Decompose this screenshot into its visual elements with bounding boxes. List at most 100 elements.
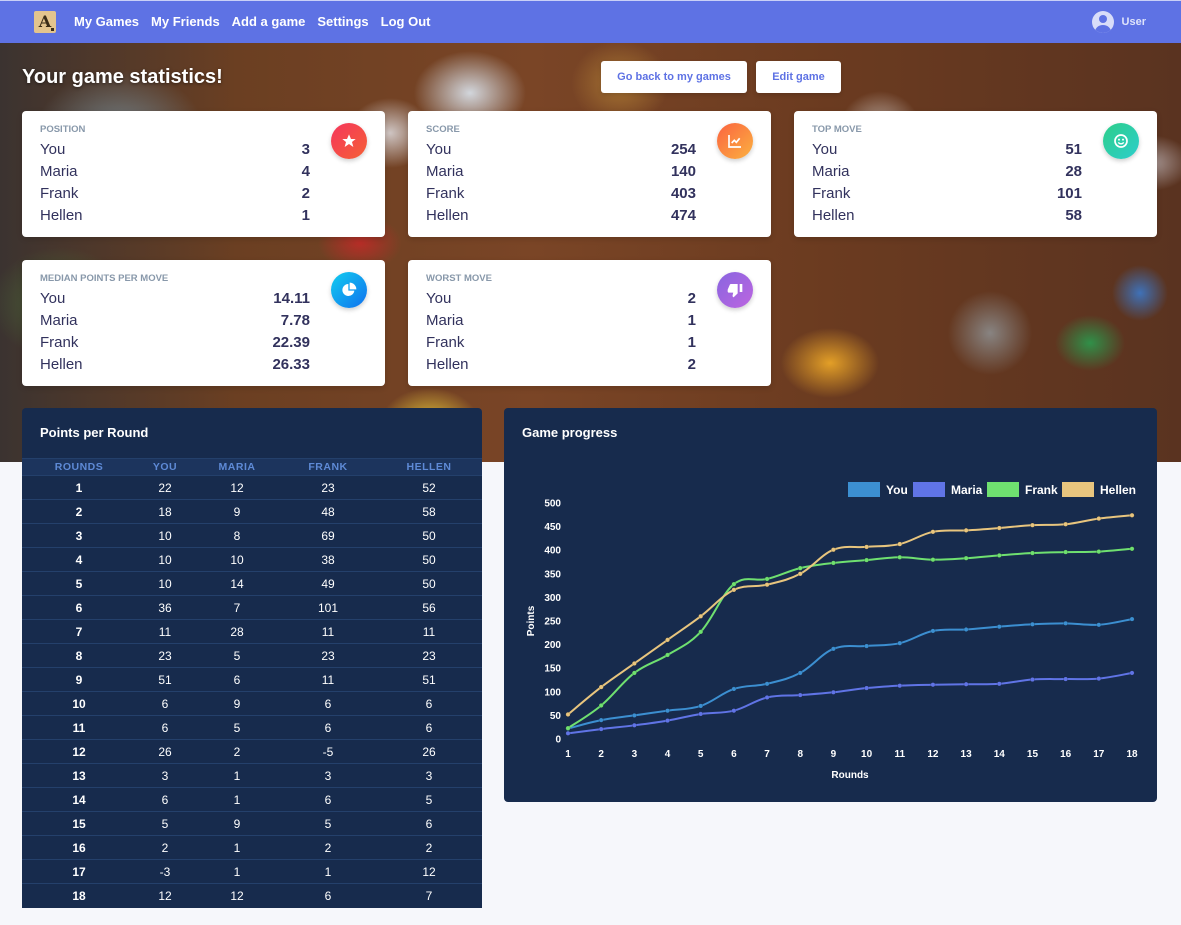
player-name: Hellen <box>812 207 855 224</box>
stat-row: Hellen 58 <box>812 205 1082 227</box>
points-cell: 2 <box>376 835 482 860</box>
table-row: 18 12 12 6 7 <box>22 883 482 908</box>
stat-card-median-points: Median points per move You 14.11 Maria 7.7… <box>22 260 385 386</box>
points-cell: 36 <box>136 595 194 620</box>
points-cell: 6 <box>376 691 482 716</box>
data-point <box>864 643 870 649</box>
points-table: ROUNDS YOU MARIA FRANK HELLEN 1 22 12 23 52 2… <box>22 458 482 908</box>
stat-value: 58 <box>1065 207 1082 224</box>
column-header: ROUNDS <box>22 458 136 476</box>
points-cell: 5 <box>280 811 376 836</box>
points-cell: 23 <box>136 643 194 668</box>
nav-my-friends[interactable]: My Friends <box>151 14 220 29</box>
data-point <box>1129 616 1135 622</box>
round-number-cell: 11 <box>22 715 136 740</box>
stat-value: 101 <box>1056 185 1082 202</box>
nav-log-out[interactable]: Log Out <box>381 14 431 29</box>
points-cell: 69 <box>280 523 376 548</box>
stat-value: 2 <box>687 356 696 373</box>
y-tick-label: 200 <box>544 640 561 651</box>
smile-icon <box>1103 123 1139 159</box>
points-cell: 1 <box>194 787 280 812</box>
data-point <box>565 711 571 717</box>
data-point <box>1096 516 1102 522</box>
y-tick-label: 400 <box>544 546 561 557</box>
data-point <box>797 565 803 571</box>
data-point <box>963 626 969 632</box>
nav-settings[interactable]: Settings <box>317 14 368 29</box>
points-cell: 14 <box>194 571 280 596</box>
points-cell: 101 <box>280 595 376 620</box>
data-point <box>830 689 836 695</box>
round-number-cell: 1 <box>22 475 136 500</box>
data-point <box>698 703 704 709</box>
data-point <box>631 660 637 666</box>
nav-my-games[interactable]: My Games <box>74 14 139 29</box>
points-cell: 12 <box>194 883 280 908</box>
data-point <box>665 637 671 643</box>
back-to-games-button[interactable]: Go back to my games <box>601 61 747 93</box>
y-tick-label: 500 <box>544 499 561 510</box>
points-cell: 50 <box>376 571 482 596</box>
round-number-cell: 17 <box>22 859 136 884</box>
points-cell: 3 <box>280 763 376 788</box>
thumbs-down-icon <box>717 272 753 308</box>
nav-add-game[interactable]: Add a game <box>232 14 306 29</box>
stat-value: 2 <box>301 185 310 202</box>
x-tick-label: 13 <box>961 749 973 760</box>
stat-row: You 2 <box>426 288 696 310</box>
stat-title: Top Move <box>812 124 862 135</box>
stat-row: You 51 <box>812 139 1082 161</box>
game-progress-card: Game progress 0 50 100 150 200 250 300 350 400 45… <box>504 408 1157 802</box>
data-point <box>930 682 936 688</box>
column-header: YOU <box>136 458 194 476</box>
points-cell: 8 <box>194 523 280 548</box>
x-tick-label: 17 <box>1093 749 1105 760</box>
x-tick-label: 9 <box>831 749 837 760</box>
player-name: Maria <box>40 163 78 180</box>
points-cell: 6 <box>136 787 194 812</box>
navbar: A My Games My Friends Add a game Setting… <box>0 0 1181 43</box>
y-tick-label: 250 <box>544 617 561 628</box>
table-row: 14 6 1 6 5 <box>22 787 482 812</box>
player-name: Maria <box>40 312 78 329</box>
data-point <box>1029 621 1035 627</box>
stat-row: Maria 4 <box>40 161 310 183</box>
data-point <box>930 529 936 535</box>
data-point <box>1029 522 1035 528</box>
data-point <box>1129 546 1135 552</box>
table-row: 15 5 9 5 6 <box>22 811 482 836</box>
points-cell: 1 <box>194 835 280 860</box>
table-row: 9 51 6 11 51 <box>22 667 482 692</box>
user-menu[interactable]: User <box>1091 11 1146 33</box>
points-cell: 51 <box>136 667 194 692</box>
stat-title: Worst move <box>426 273 492 284</box>
data-point <box>963 527 969 533</box>
stat-value: 22.39 <box>272 334 310 351</box>
legend-swatch <box>913 482 945 497</box>
stat-card-top-move: Top Move You 51 Maria 28 Frank 101 Hellen 58 <box>794 111 1157 237</box>
page-title: Your game statistics! <box>22 66 223 88</box>
table-row: 10 6 9 6 6 <box>22 691 482 716</box>
table-row: 1 22 12 23 52 <box>22 475 482 500</box>
data-point <box>996 681 1002 687</box>
data-point <box>996 624 1002 630</box>
table-row: 12 26 2 -5 26 <box>22 739 482 764</box>
stat-value: 4 <box>301 163 310 180</box>
y-axis-label: Points <box>526 605 537 636</box>
table-header-row: ROUNDS YOU MARIA FRANK HELLEN <box>22 458 482 476</box>
app-logo[interactable]: A <box>34 11 56 33</box>
game-progress-chart: 0501001502002503003504004505001 2 3 4 5 6 7 8 9 1… <box>526 482 1138 781</box>
series-line-frank <box>567 547 1133 729</box>
legend-swatch <box>987 482 1019 497</box>
points-cell: 1 <box>280 859 376 884</box>
series-line-hellen <box>567 514 1133 716</box>
player-name: Maria <box>426 312 464 329</box>
x-tick-label: 5 <box>698 749 704 760</box>
stat-row: You 254 <box>426 139 696 161</box>
x-tick-label: 15 <box>1027 749 1039 760</box>
data-point <box>731 708 737 714</box>
data-point <box>1063 620 1069 626</box>
data-point <box>1096 622 1102 628</box>
edit-game-button[interactable]: Edit game <box>756 61 841 93</box>
